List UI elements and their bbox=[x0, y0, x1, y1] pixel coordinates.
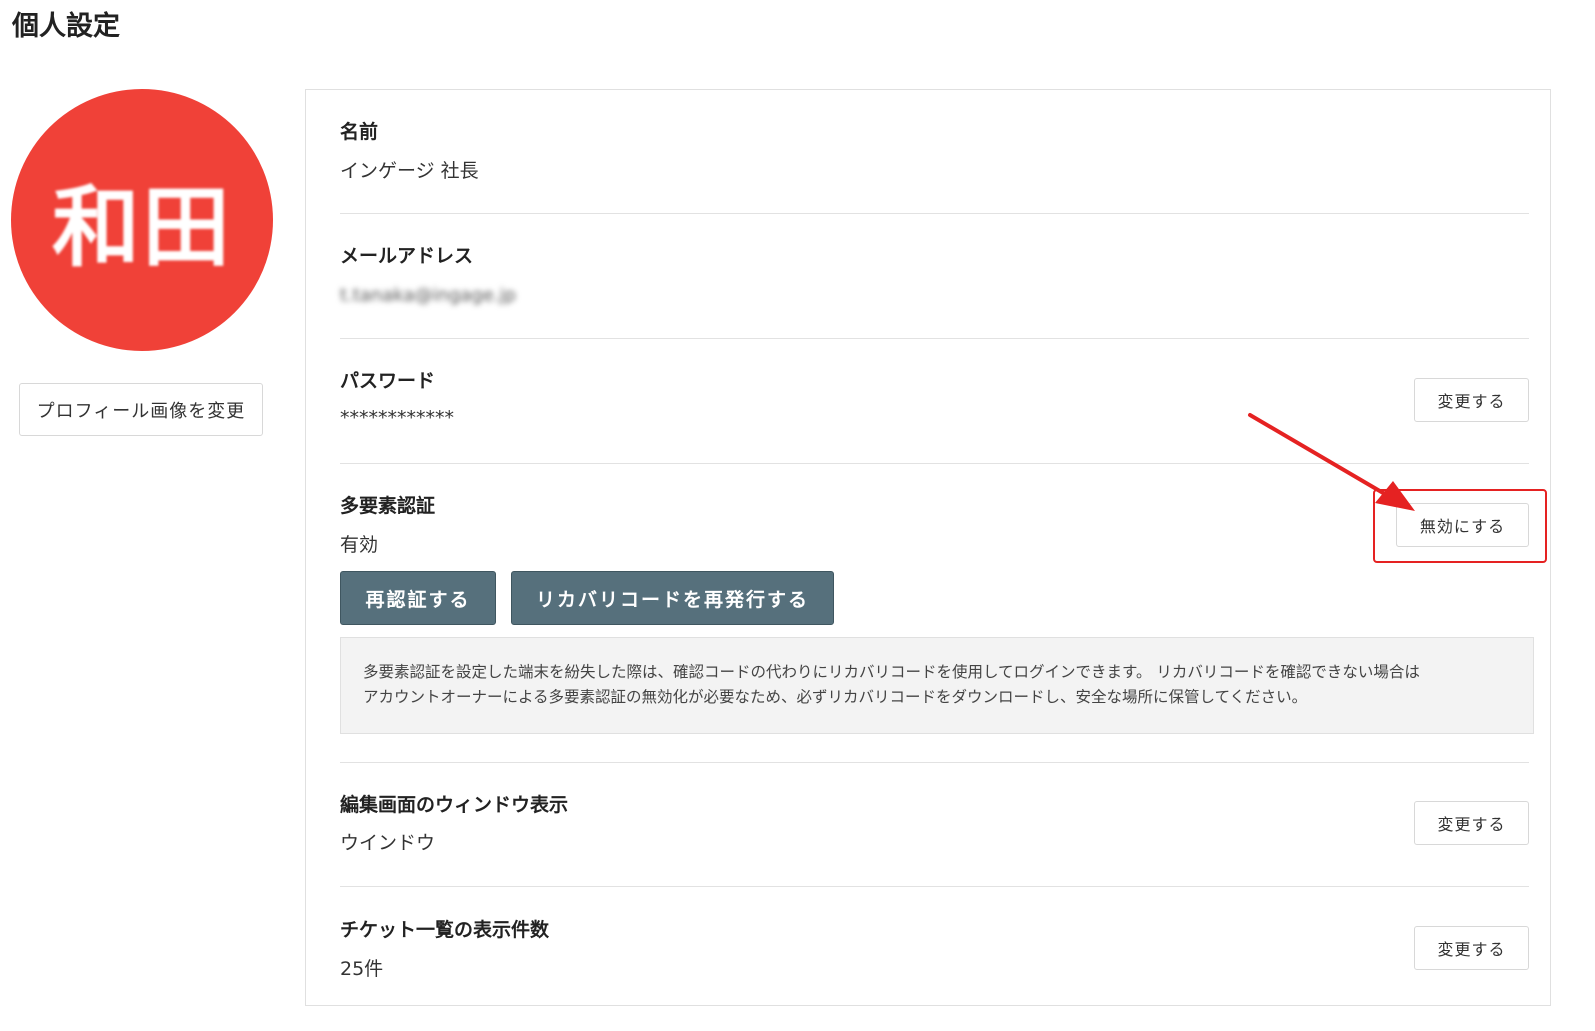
window-display-label: 編集画面のウィンドウ表示 bbox=[340, 794, 569, 816]
reauthenticate-button[interactable]: 再認証する bbox=[340, 571, 496, 625]
reissue-recovery-code-button[interactable]: リカバリコードを再発行する bbox=[511, 571, 834, 625]
divider bbox=[340, 338, 1529, 339]
change-window-display-button[interactable]: 変更する bbox=[1414, 801, 1529, 845]
ticket-count-value: 25件 bbox=[340, 958, 384, 980]
divider bbox=[340, 886, 1529, 887]
password-label: パスワード bbox=[340, 370, 436, 392]
password-value: ************ bbox=[340, 407, 454, 429]
mfa-info-text-line-2: アカウントオーナーによる多要素認証の無効化が必要なため、必ずリカバリコードをダウ… bbox=[363, 688, 1308, 706]
email-label: メールアドレス bbox=[340, 245, 474, 267]
mfa-info-box: 多要素認証を設定した端末を紛失した際は、確認コードの代わりにリカバリコードを使用… bbox=[340, 637, 1534, 734]
avatar: 和田 bbox=[11, 89, 273, 351]
mfa-info-text-line-1: 多要素認証を設定した端末を紛失した際は、確認コードの代わりにリカバリコードを使用… bbox=[363, 663, 1420, 681]
mfa-label: 多要素認証 bbox=[340, 495, 436, 517]
mfa-status-value: 有効 bbox=[340, 534, 379, 556]
page-title: 個人設定 bbox=[12, 11, 120, 42]
settings-panel bbox=[305, 89, 1551, 1006]
ticket-count-label: チケット一覧の表示件数 bbox=[340, 919, 550, 941]
window-display-value: ウインドウ bbox=[340, 832, 436, 854]
email-value: t.tanaka@ingage.jp bbox=[340, 285, 516, 306]
change-profile-image-button[interactable]: プロフィール画像を変更 bbox=[19, 383, 263, 436]
name-label: 名前 bbox=[340, 121, 379, 143]
change-password-button[interactable]: 変更する bbox=[1414, 378, 1529, 422]
change-ticket-count-button[interactable]: 変更する bbox=[1414, 926, 1529, 970]
annotation-arrow-icon bbox=[1248, 413, 1415, 511]
divider bbox=[340, 762, 1529, 763]
avatar-initials: 和田 bbox=[51, 175, 232, 279]
name-value: インゲージ 社長 bbox=[340, 160, 479, 182]
divider bbox=[340, 213, 1529, 214]
